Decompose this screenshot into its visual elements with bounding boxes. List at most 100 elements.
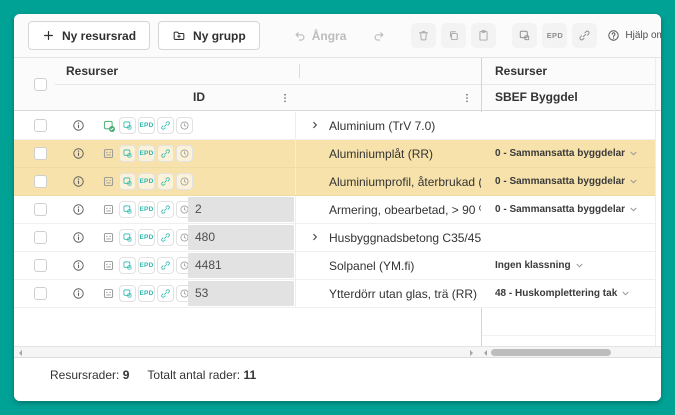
scroll-right-arrow[interactable] [470,350,473,356]
resource-data-icon-button[interactable] [119,229,136,246]
copy-button[interactable] [441,23,466,48]
row-icon-group: EPD [100,117,193,134]
row-checkbox[interactable] [34,147,47,160]
horizontal-scrollbar[interactable] [14,346,661,357]
link-icon-button[interactable] [157,285,174,302]
link-icon-button[interactable] [157,257,174,274]
note-icon[interactable] [100,173,117,190]
resource-data-icon-button[interactable] [119,173,136,190]
info-icon[interactable] [72,203,85,216]
epd-badge-button[interactable]: EPD [138,201,155,218]
resource-name-cell[interactable]: Ytterdörr utan glas, trä (RR) [295,280,481,307]
id-column-header[interactable]: ID [193,84,205,111]
note-icon[interactable] [100,257,117,274]
resource-name-cell[interactable]: Aluminiumprofil, återbrukad (RR) [295,168,481,195]
link-button[interactable] [572,23,597,48]
epd-badge-button[interactable]: EPD [138,229,155,246]
resource-name-cell[interactable]: Aluminiumplåt (RR) [295,140,481,167]
info-icon[interactable] [72,287,85,300]
new-resource-row-button[interactable]: Ny resursrad [28,21,150,50]
expand-chevron-icon[interactable] [310,232,320,242]
delete-button[interactable] [411,23,436,48]
select-all-checkbox[interactable] [34,78,47,91]
link-icon-button[interactable] [157,173,174,190]
epd-badge-button[interactable]: EPD [138,117,155,134]
note-icon[interactable] [100,285,117,302]
chevron-down-icon [621,289,630,298]
epd-label: EPD [140,290,154,297]
left-group-header: Resurser [66,58,118,84]
id-cell[interactable]: 53 [188,281,294,306]
resource-data-icon-button[interactable] [119,257,136,274]
id-column-menu-button[interactable] [278,91,292,105]
id-cell[interactable]: 2 [188,197,294,222]
paste-button[interactable] [471,23,496,48]
history-icon-button[interactable] [176,117,193,134]
row-checkbox[interactable] [34,231,47,244]
id-cell[interactable]: 4481 [188,253,294,278]
help-link[interactable]: Hjälp om filtrering och [597,29,661,42]
link-icon-button[interactable] [157,201,174,218]
info-icon[interactable] [72,175,85,188]
epd-badge-button[interactable]: EPD [138,257,155,274]
row-checkbox[interactable] [34,287,47,300]
note-icon[interactable] [100,201,117,218]
row-checkbox[interactable] [34,203,47,216]
name-column-menu-button[interactable] [460,91,474,105]
sbef-cell[interactable]: 0 - Sammansatta byggdelar [482,168,655,195]
history-icon-button[interactable] [176,173,193,190]
row-checkbox[interactable] [34,259,47,272]
new-group-button[interactable]: Ny grupp [158,21,260,50]
epd-label: EPD [140,206,154,213]
table-row: EPD 480 Husbyggnadsbetong C35/45 (RR) [14,224,655,252]
info-icon[interactable] [72,147,85,160]
epd-badge-button[interactable]: EPD [138,173,155,190]
history-icon-button[interactable] [176,145,193,162]
resource-name-cell[interactable]: Husbyggnadsbetong C35/45 (RR) [295,224,481,251]
resource-data-icon-button[interactable] [119,285,136,302]
resource-data-icon-button[interactable] [119,117,136,134]
epd-badge-button[interactable]: EPD [138,285,155,302]
link-icon-button[interactable] [157,229,174,246]
resource-data-icon-button[interactable] [119,145,136,162]
epd-button[interactable]: EPD [542,23,567,48]
sbef-cell[interactable]: 0 - Sammansatta byggdelar [482,196,655,223]
scroll-left-arrow[interactable] [484,350,487,356]
sbef-cell[interactable] [482,112,655,139]
resource-name-cell[interactable]: Armering, obearbetad, > 90 % skrot [295,196,481,223]
kebab-icon [461,92,473,104]
note-icon[interactable] [100,145,117,162]
info-icon[interactable] [72,259,85,272]
info-icon[interactable] [72,231,85,244]
redo-button[interactable] [365,23,393,49]
undo-button[interactable]: Ångra [286,23,354,49]
approved-doc-icon[interactable] [100,117,117,134]
resource-data-button[interactable] [512,23,537,48]
scroll-left-arrow[interactable] [19,350,22,356]
total-rows-value: 11 [243,368,256,382]
epd-badge-button[interactable]: EPD [138,145,155,162]
info-icon[interactable] [72,119,85,132]
sbef-column-header[interactable]: SBEF Byggdel [495,84,578,111]
sbef-cell[interactable] [482,224,655,251]
resource-rows-count: Resursrader: 9 [50,368,129,382]
link-icon [578,29,591,42]
new-group-label: Ny grupp [193,29,246,43]
expand-chevron-icon[interactable] [310,120,320,130]
sbef-cell[interactable]: 0 - Sammansatta byggdelar [482,140,655,167]
clipboard-icon [477,29,490,42]
row-checkbox[interactable] [34,119,47,132]
resource-name-cell[interactable]: Solpanel (YM.fi) [295,252,481,279]
document-stack-icon [122,120,133,131]
resource-data-icon-button[interactable] [119,201,136,218]
scrollbar-thumb[interactable] [491,349,611,356]
link-icon [160,120,171,131]
id-cell[interactable]: 480 [188,225,294,250]
link-icon-button[interactable] [157,145,174,162]
link-icon-button[interactable] [157,117,174,134]
resource-name-cell[interactable]: Aluminium (TrV 7.0) [295,112,481,139]
row-checkbox[interactable] [34,175,47,188]
sbef-cell[interactable]: 48 - Huskomplettering tak [482,280,655,307]
note-icon[interactable] [100,229,117,246]
sbef-cell[interactable]: Ingen klassning [482,252,655,279]
